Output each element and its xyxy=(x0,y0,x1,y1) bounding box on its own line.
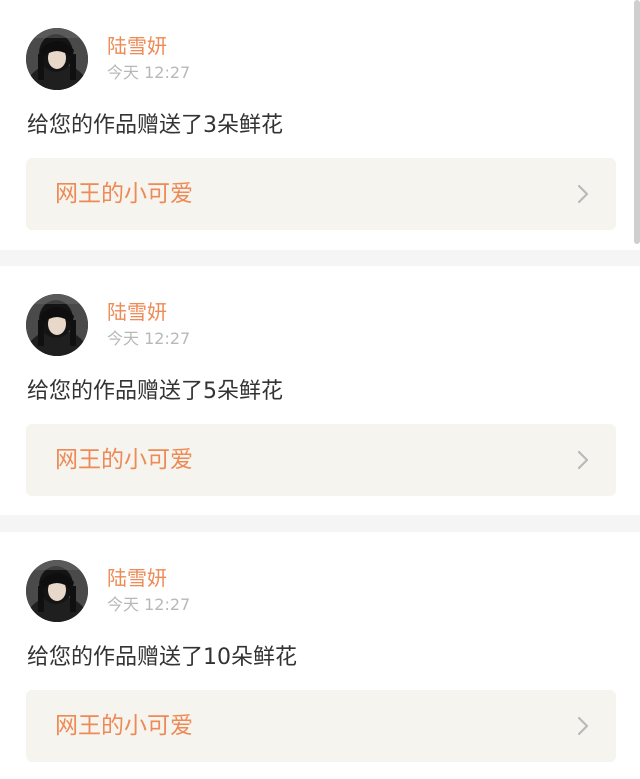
work-title: 网王的小可爱 xyxy=(55,447,193,473)
notification-card: 陆雪妍 今天 12:27 给您的作品赠送了3朵鲜花 网王的小可爱 xyxy=(0,0,640,250)
scrollbar[interactable] xyxy=(634,0,640,244)
username[interactable]: 陆雪妍 xyxy=(107,34,167,58)
avatar[interactable] xyxy=(26,294,88,356)
work-title: 网王的小可爱 xyxy=(55,181,193,207)
gift-message: 给您的作品赠送了10朵鲜花 xyxy=(27,645,297,670)
username[interactable]: 陆雪妍 xyxy=(107,300,167,324)
work-link[interactable]: 网王的小可爱 xyxy=(26,424,616,496)
timestamp: 今天 12:27 xyxy=(107,63,191,82)
username[interactable]: 陆雪妍 xyxy=(107,566,167,590)
chevron-right-icon xyxy=(577,184,589,204)
work-link[interactable]: 网王的小可爱 xyxy=(26,158,616,230)
work-title: 网王的小可爱 xyxy=(55,713,193,739)
avatar[interactable] xyxy=(26,560,88,622)
work-link[interactable]: 网王的小可爱 xyxy=(26,690,616,762)
notification-feed: 陆雪妍 今天 12:27 给您的作品赠送了3朵鲜花 网王的小可爱 陆雪妍 今天 xyxy=(0,0,640,779)
gift-message: 给您的作品赠送了3朵鲜花 xyxy=(27,113,283,138)
chevron-right-icon xyxy=(577,716,589,736)
timestamp: 今天 12:27 xyxy=(107,329,191,348)
chevron-right-icon xyxy=(577,450,589,470)
gift-message: 给您的作品赠送了5朵鲜花 xyxy=(27,379,283,404)
timestamp: 今天 12:27 xyxy=(107,595,191,614)
notification-card: 陆雪妍 今天 12:27 给您的作品赠送了10朵鲜花 网王的小可爱 xyxy=(0,532,640,779)
notification-card: 陆雪妍 今天 12:27 给您的作品赠送了5朵鲜花 网王的小可爱 xyxy=(0,266,640,515)
avatar[interactable] xyxy=(26,28,88,90)
